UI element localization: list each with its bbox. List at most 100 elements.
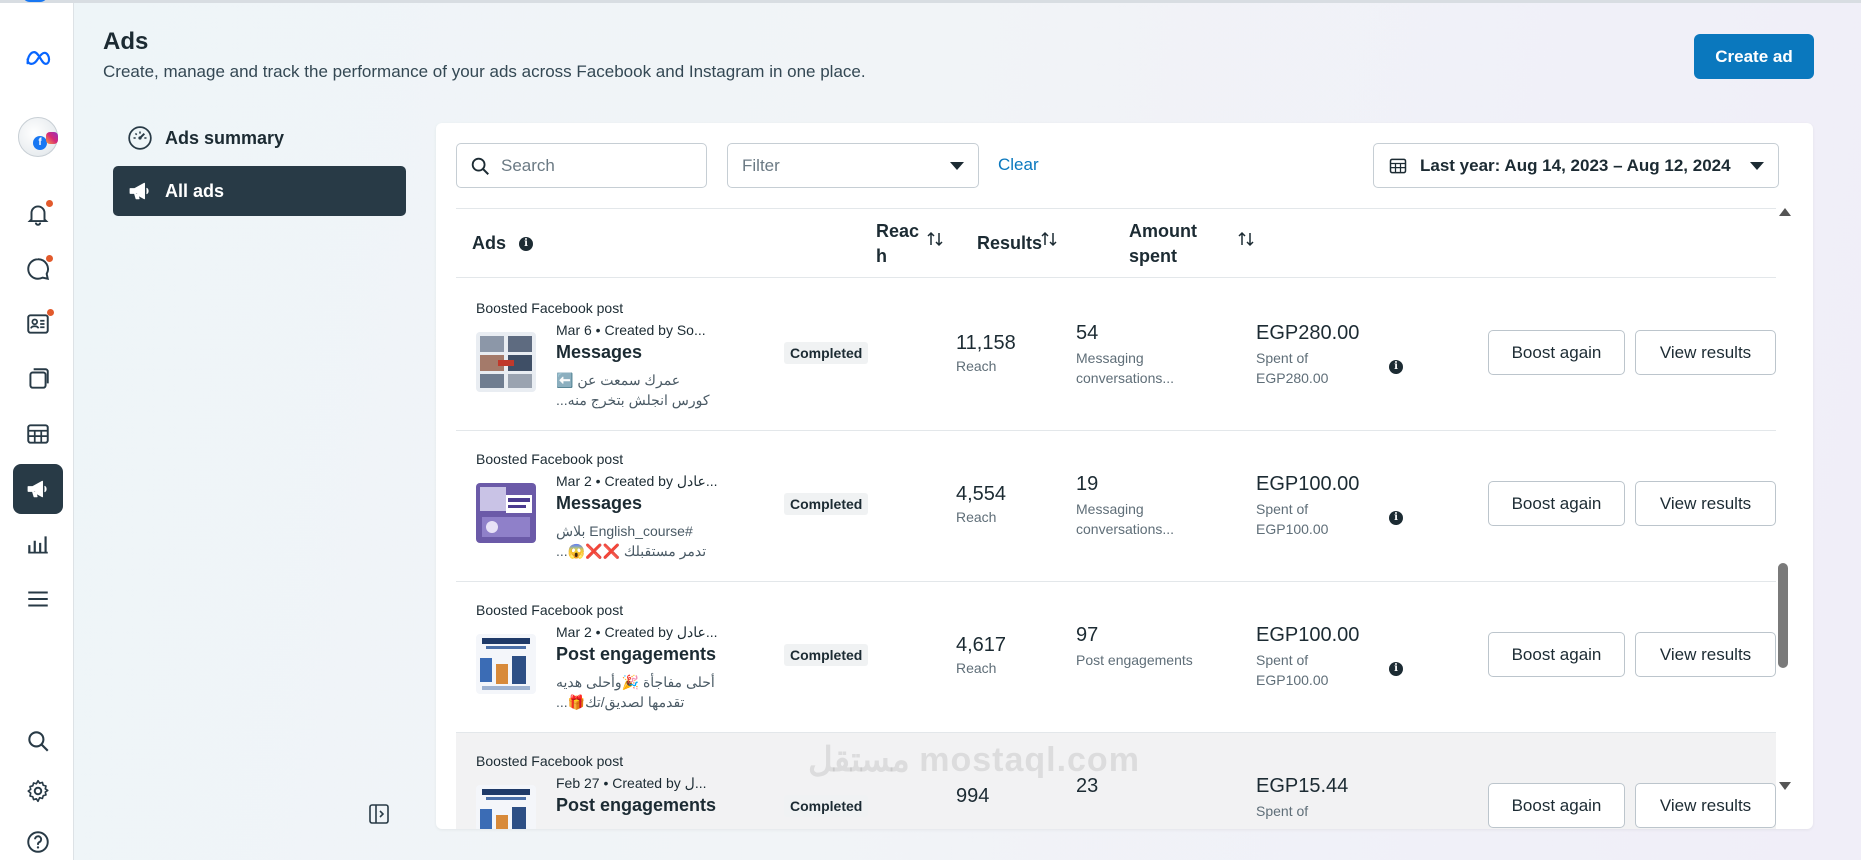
results-value: 19: [1076, 473, 1099, 495]
amount-spent-value: EGP100.00: [1256, 624, 1360, 646]
table-row[interactable]: Boosted Facebook post Mar 6 • Created by…: [456, 280, 1776, 431]
column-header-results[interactable]: Results: [977, 231, 1042, 256]
megaphone-icon: [129, 182, 149, 200]
clear-link[interactable]: Clear: [998, 155, 1039, 175]
ad-type: Boosted Facebook post: [476, 300, 624, 316]
left-nav: f: [0, 3, 74, 860]
results-label: Post engagements: [1076, 652, 1193, 668]
results-label: Messaging conversations...: [1076, 350, 1175, 386]
search-box[interactable]: [456, 143, 707, 188]
sidebar-item-all-ads[interactable]: All ads: [113, 166, 406, 216]
ad-description: #English_course بلاش تدمر مستقبلك ❌❌😱...: [556, 523, 707, 559]
column-header-reach[interactable]: Reac h: [876, 219, 921, 269]
table-header: Ads i Reac h Results Amount spent: [456, 208, 1776, 278]
view-results-button[interactable]: View results: [1635, 330, 1776, 375]
messages-icon[interactable]: [13, 244, 63, 294]
contacts-badge: [47, 309, 54, 316]
ad-thumbnail[interactable]: [476, 483, 536, 543]
sidebar-item-ads-summary[interactable]: Ads summary: [113, 113, 406, 163]
table-row[interactable]: Boosted Facebook post Mar 2 • Created by…: [456, 431, 1776, 582]
boost-again-button[interactable]: Boost again: [1488, 481, 1625, 526]
view-results-button[interactable]: View results: [1635, 481, 1776, 526]
ad-thumbnail[interactable]: [476, 785, 536, 829]
browser-indicator: [22, 0, 48, 2]
ad-thumbnail[interactable]: [476, 634, 536, 694]
sidebar-item-label: All ads: [165, 180, 225, 201]
meta-logo-icon[interactable]: [13, 33, 63, 83]
avatar[interactable]: f: [18, 117, 58, 157]
page-title: Ads: [103, 28, 149, 55]
results-value: 54: [1076, 322, 1099, 344]
planner-icon[interactable]: [13, 409, 63, 459]
ad-type: Boosted Facebook post: [476, 602, 624, 618]
notification-badge: [46, 200, 53, 207]
instagram-icon: [46, 132, 58, 144]
amount-spent-label: Spent of EGP280.00: [1256, 350, 1329, 386]
column-header-ads: Ads i: [472, 231, 534, 256]
reach-label: Reach: [956, 509, 997, 525]
amount-spent-label: Spent of EGP100.00: [1256, 652, 1329, 688]
search-icon[interactable]: [13, 716, 63, 766]
reach-value: 11,158: [956, 332, 1016, 354]
results-value: 97: [1076, 624, 1099, 646]
ads-table-card: Filter Clear Last year: Aug 14, 2023 – A…: [436, 123, 1813, 829]
insights-icon[interactable]: [13, 519, 63, 569]
page-subtitle: Create, manage and track the performance…: [103, 62, 866, 81]
create-ad-button[interactable]: Create ad: [1694, 34, 1814, 79]
ad-objective: Messages: [556, 342, 643, 362]
info-icon[interactable]: i: [1389, 360, 1403, 374]
column-header-amount-spent[interactable]: Amount spent: [1129, 219, 1219, 269]
info-icon[interactable]: i: [519, 237, 534, 252]
ad-description: أحلى مفاجأة 🎉وأحلى هديه تقدمها لصديق/تك🎁…: [556, 674, 715, 710]
ad-type: Boosted Facebook post: [476, 753, 624, 769]
menu-icon[interactable]: [13, 574, 63, 624]
results-label: Messaging conversations...: [1076, 501, 1175, 537]
notifications-icon[interactable]: [13, 189, 63, 239]
watermark: مستقل mostaql.com: [808, 741, 1140, 779]
boost-again-button[interactable]: Boost again: [1488, 330, 1625, 375]
date-range-label: Last year: Aug 14, 2023 – Aug 12, 2024: [1420, 155, 1731, 175]
info-icon[interactable]: i: [1389, 511, 1403, 525]
reach-label: Reach: [956, 660, 997, 676]
scroll-down-arrow-icon[interactable]: [1779, 782, 1791, 790]
ad-description: عمرك سمعت عن ⬅️ كورس انجلش بتخرج منه...: [556, 372, 710, 408]
collapse-panel-icon[interactable]: [367, 802, 391, 826]
boost-again-button[interactable]: Boost again: [1488, 632, 1625, 677]
facebook-icon: f: [33, 136, 47, 150]
amount-spent-value: EGP15.44: [1256, 775, 1349, 797]
ad-objective: Messages: [556, 493, 643, 513]
content-icon[interactable]: [13, 354, 63, 404]
reach-value: 994: [956, 785, 990, 807]
ad-thumbnail[interactable]: [476, 332, 536, 392]
reach-value: 4,554: [956, 483, 1007, 505]
ads-megaphone-icon[interactable]: [13, 464, 63, 514]
view-results-button[interactable]: View results: [1635, 783, 1776, 828]
status-badge: Completed: [784, 795, 869, 817]
sort-icon[interactable]: [1237, 230, 1255, 248]
reach-value: 4,617: [956, 634, 1007, 656]
ad-type: Boosted Facebook post: [476, 451, 624, 467]
scrollbar-thumb[interactable]: [1778, 563, 1788, 668]
info-icon[interactable]: i: [1389, 662, 1403, 676]
messages-badge: [46, 255, 53, 262]
date-range-picker[interactable]: Last year: Aug 14, 2023 – Aug 12, 2024: [1373, 143, 1779, 188]
amount-spent-label: Spent of: [1256, 803, 1309, 819]
boost-again-button[interactable]: Boost again: [1488, 783, 1625, 828]
scroll-up-arrow-icon[interactable]: [1779, 208, 1791, 216]
amount-spent-value: EGP100.00: [1256, 473, 1360, 495]
sort-icon[interactable]: [1040, 230, 1058, 248]
vertical-scrollbar[interactable]: [1775, 208, 1793, 829]
ad-objective: Post engagements: [556, 644, 717, 664]
search-input[interactable]: [501, 155, 681, 176]
help-icon[interactable]: [13, 817, 63, 860]
status-badge: Completed: [784, 493, 869, 515]
filter-dropdown[interactable]: Filter: [727, 143, 979, 188]
settings-gear-icon[interactable]: [13, 766, 63, 816]
view-results-button[interactable]: View results: [1635, 632, 1776, 677]
calendar-table-icon: [1389, 158, 1407, 173]
sidebar-item-label: Ads summary: [165, 127, 285, 148]
sort-icon[interactable]: [926, 230, 944, 248]
search-icon: [471, 157, 489, 175]
contacts-icon[interactable]: [13, 299, 63, 349]
table-row[interactable]: Boosted Facebook post Mar 2 • Created by…: [456, 582, 1776, 733]
